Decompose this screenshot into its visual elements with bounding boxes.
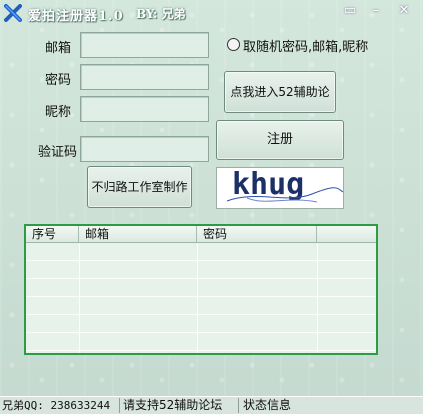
column-header-email[interactable]: 邮箱 bbox=[79, 226, 197, 242]
password-label: 密码 bbox=[45, 73, 72, 88]
column-divider bbox=[79, 243, 80, 353]
email-field[interactable] bbox=[80, 32, 209, 58]
window-title: 爱拍注册器1.0 bbox=[28, 9, 124, 24]
captcha-noise-lines bbox=[226, 187, 343, 203]
status-bar: 兄弟QQ: 238633244 请支持52辅助论坛 状态信息 bbox=[0, 396, 423, 414]
minimize-button[interactable]: – bbox=[366, 2, 386, 20]
forum-button[interactable]: 点我进入52辅助论坛 bbox=[224, 71, 336, 139]
app-window: 爱拍注册器1.0 BY: 兄弟 ▭ – ✕ 邮箱 密码 昵称 验证码 取随机密码… bbox=[0, 0, 423, 414]
password-field[interactable] bbox=[80, 64, 209, 90]
close-button[interactable]: ✕ bbox=[394, 2, 414, 20]
skin-button[interactable]: ▭ bbox=[340, 2, 360, 20]
random-option-radio[interactable] bbox=[227, 38, 240, 51]
column-header-extra[interactable] bbox=[317, 226, 376, 242]
studio-button[interactable]: 不归路工作室制作 bbox=[87, 166, 192, 208]
title-bar[interactable]: 爱拍注册器1.0 BY: 兄弟 ▭ – ✕ bbox=[0, 0, 423, 26]
random-option-label[interactable]: 取随机密码,邮箱,昵称 bbox=[243, 36, 368, 55]
status-support: 请支持52辅助论坛 bbox=[121, 398, 239, 413]
email-label: 邮箱 bbox=[45, 41, 72, 56]
status-info: 状态信息 bbox=[243, 398, 292, 412]
nickname-field[interactable] bbox=[80, 96, 209, 122]
column-header-index[interactable]: 序号 bbox=[26, 226, 79, 242]
table-header: 序号 邮箱 密码 bbox=[26, 226, 376, 243]
column-divider bbox=[197, 243, 198, 353]
status-qq: 兄弟QQ: 238633244 bbox=[0, 398, 120, 413]
author-tag: BY: 兄弟 bbox=[136, 7, 186, 21]
captcha-field[interactable] bbox=[80, 136, 209, 162]
register-button[interactable]: 注册 bbox=[216, 120, 344, 160]
nickname-label: 昵称 bbox=[45, 105, 72, 120]
results-table[interactable]: 序号 邮箱 密码 bbox=[24, 224, 378, 355]
column-header-password[interactable]: 密码 bbox=[197, 226, 317, 242]
app-logo-icon bbox=[4, 4, 22, 22]
column-divider bbox=[317, 243, 318, 353]
captcha-image[interactable]: khug bbox=[216, 167, 344, 209]
captcha-label: 验证码 bbox=[38, 145, 78, 160]
